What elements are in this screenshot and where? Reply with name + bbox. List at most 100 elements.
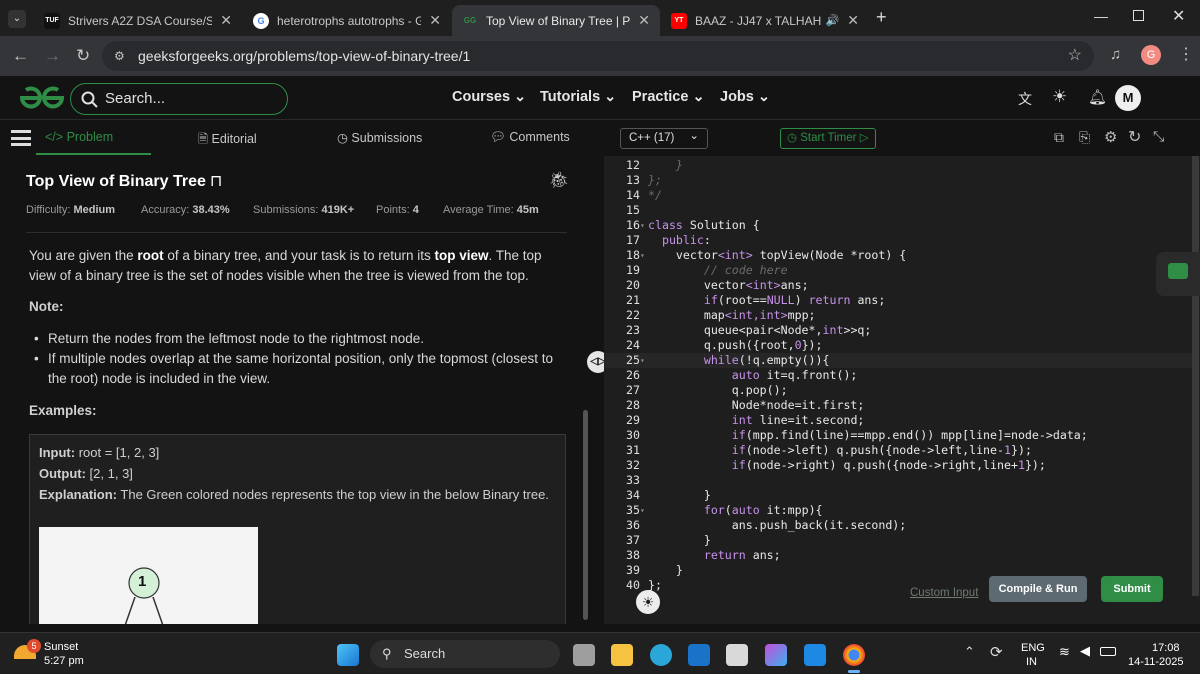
upload-icon[interactable]: ⎘ bbox=[1079, 129, 1090, 146]
minimize-button[interactable]: — bbox=[1094, 8, 1108, 24]
chevron-up-icon[interactable]: ⌃ bbox=[964, 644, 975, 660]
tab-strivers[interactable]: TUF Strivers A2Z DSA Course/Sheet ✕ bbox=[34, 5, 242, 36]
bug-report-icon[interactable]: 🐞︎ bbox=[549, 170, 569, 190]
tab-problem[interactable]: </> Problem bbox=[45, 130, 113, 144]
sync-icon[interactable]: ⟳ bbox=[990, 643, 1003, 661]
code-line[interactable]: 24 q.push({root,0}); bbox=[604, 338, 1194, 353]
settings-icon[interactable]: ⚙ bbox=[1104, 128, 1117, 146]
code-line[interactable]: 33 bbox=[604, 473, 1194, 488]
reload-icon[interactable]: ↻ bbox=[76, 46, 90, 66]
wifi-icon[interactable]: ≋ bbox=[1059, 644, 1070, 660]
code-line[interactable]: 15 bbox=[604, 203, 1194, 218]
tab-youtube[interactable]: YT BAAZ - JJ47 x TALHAH YUN 🔊 ✕ bbox=[661, 5, 869, 36]
code-line[interactable]: 17 public: bbox=[604, 233, 1194, 248]
tab-gfg-active[interactable]: GG Top View of Binary Tree | Practic ✕ bbox=[452, 5, 660, 36]
forward-icon[interactable]: → bbox=[44, 46, 61, 66]
code-editor[interactable]: 12 } 13}; 14 */15 16 ▾ class Solution {17 publ… bbox=[604, 156, 1200, 596]
chrome-icon[interactable] bbox=[843, 644, 865, 666]
copy-icon[interactable]: ⧉ bbox=[1054, 129, 1064, 146]
url-field[interactable]: ⚙ geeksforgeeks.org/problems/top-view-of… bbox=[102, 41, 1094, 71]
editor-scrollbar[interactable] bbox=[1192, 156, 1199, 596]
vscode-icon[interactable] bbox=[804, 644, 826, 666]
taskbar-search[interactable]: ⚲ Search bbox=[370, 640, 560, 668]
fold-arrow-icon[interactable]: ▾ bbox=[640, 248, 645, 263]
translate-icon[interactable]: 文 bbox=[1018, 89, 1032, 109]
code-line[interactable]: 13}; bbox=[604, 173, 1194, 188]
fold-arrow-icon[interactable]: ▾ bbox=[640, 218, 645, 233]
code-line[interactable]: 25 ▾ while(!q.empty()){ bbox=[604, 353, 1194, 368]
close-icon[interactable]: ✕ bbox=[429, 12, 441, 29]
code-line[interactable]: 38 return ans; bbox=[604, 548, 1194, 563]
compile-run-button[interactable]: Compile & Run bbox=[989, 576, 1087, 602]
outlook-icon[interactable] bbox=[688, 644, 710, 666]
custom-input-link[interactable]: Custom Input bbox=[910, 587, 978, 599]
hamburger-menu-icon[interactable] bbox=[11, 130, 31, 146]
tab-google[interactable]: G heterotrophs autotrophs - Goo ✕ bbox=[243, 5, 451, 36]
notification-bell-icon[interactable]: 🔔︎ bbox=[1088, 88, 1107, 106]
store-icon[interactable] bbox=[726, 644, 748, 666]
code-line[interactable]: 14 */ bbox=[604, 188, 1194, 203]
search-input[interactable]: Search... bbox=[70, 83, 288, 115]
clock-time[interactable]: 17:08 bbox=[1152, 642, 1180, 654]
code-line[interactable]: 36 ans.push_back(it.second); bbox=[604, 518, 1194, 533]
menu-tutorials[interactable]: Tutorials ⌄ bbox=[540, 89, 616, 105]
audio-icon[interactable]: 🔊 bbox=[826, 14, 840, 27]
bookmark-star-icon[interactable]: ☆ bbox=[1068, 41, 1082, 71]
new-tab-button[interactable]: + bbox=[876, 7, 887, 28]
code-line[interactable]: 32 if(node->right) q.push({node->right,l… bbox=[604, 458, 1194, 473]
code-line[interactable]: 37 } bbox=[604, 533, 1194, 548]
battery-icon[interactable] bbox=[1100, 647, 1116, 656]
fold-arrow-icon[interactable]: ▾ bbox=[640, 503, 645, 518]
start-timer-button[interactable]: ◷ Start Timer ▷ bbox=[780, 128, 876, 149]
code-line[interactable]: 20 vector<int>ans; bbox=[604, 278, 1194, 293]
chat-float-button[interactable] bbox=[1156, 252, 1200, 296]
menu-courses[interactable]: Courses ⌄ bbox=[452, 89, 526, 105]
gfg-logo-icon[interactable] bbox=[20, 85, 64, 111]
reset-icon[interactable]: ↻ bbox=[1128, 127, 1141, 147]
close-icon[interactable]: ✕ bbox=[220, 12, 232, 29]
code-line[interactable]: 31 if(node->left) q.push({node->left,lin… bbox=[604, 443, 1194, 458]
clock-date[interactable]: 14-11-2025 bbox=[1128, 656, 1183, 668]
volume-icon[interactable]: ◀︎ bbox=[1080, 643, 1090, 659]
profile-avatar[interactable]: G bbox=[1141, 45, 1161, 65]
site-info-icon[interactable]: ⚙ bbox=[114, 41, 125, 71]
media-control-icon[interactable]: ♫ bbox=[1110, 46, 1121, 63]
fold-arrow-icon[interactable]: ▾ bbox=[640, 353, 645, 368]
language-select[interactable]: C++ (17) ⌄ bbox=[620, 128, 708, 149]
code-line[interactable]: 28 Node*node=it.first; bbox=[604, 398, 1194, 413]
code-line[interactable]: 35 ▾ for(auto it:mpp){ bbox=[604, 503, 1194, 518]
language-indicator-top[interactable]: ENG bbox=[1021, 642, 1045, 654]
code-line[interactable]: 21 if(root==NULL) return ans; bbox=[604, 293, 1194, 308]
file-explorer-icon[interactable] bbox=[611, 644, 633, 666]
menu-jobs[interactable]: Jobs ⌄ bbox=[720, 89, 770, 105]
task-view-icon[interactable] bbox=[573, 644, 595, 666]
fullscreen-icon[interactable]: ⤡ bbox=[1153, 128, 1164, 145]
code-line[interactable]: 34 } bbox=[604, 488, 1194, 503]
browser-menu-icon[interactable]: ⋮ bbox=[1178, 44, 1194, 64]
code-line[interactable]: 12 } bbox=[604, 158, 1194, 173]
copilot-icon[interactable] bbox=[765, 644, 787, 666]
close-icon[interactable]: ✕ bbox=[638, 12, 650, 29]
left-scrollbar[interactable] bbox=[583, 410, 588, 620]
code-line[interactable]: 26 auto it=q.front(); bbox=[604, 368, 1194, 383]
tab-comments[interactable]: 💬︎ Comments bbox=[490, 130, 570, 145]
weather-widget[interactable]: 5 Sunset 5:27 pm bbox=[14, 639, 124, 669]
submit-button[interactable]: Submit bbox=[1101, 576, 1163, 602]
user-avatar[interactable]: M bbox=[1115, 85, 1141, 111]
code-line[interactable]: 29 int line=it.second; bbox=[604, 413, 1194, 428]
tab-submissions[interactable]: ◷ Submissions bbox=[337, 130, 422, 145]
tab-editorial[interactable]: 🗎 Editorial bbox=[198, 130, 257, 151]
lightbulb-icon[interactable]: ☀ bbox=[636, 590, 660, 614]
edge-icon[interactable] bbox=[650, 644, 672, 666]
close-icon[interactable]: ✕ bbox=[847, 12, 859, 29]
back-icon[interactable]: ← bbox=[12, 46, 29, 66]
menu-practice[interactable]: Practice ⌄ bbox=[632, 89, 705, 105]
restore-button[interactable] bbox=[1133, 10, 1144, 21]
code-line[interactable]: 16 ▾ class Solution { bbox=[604, 218, 1194, 233]
code-line[interactable]: 18 ▾ vector<int> topView(Node *root) { bbox=[604, 248, 1194, 263]
windows-start-icon[interactable] bbox=[337, 644, 359, 666]
bookmark-icon[interactable]: ⊓ bbox=[210, 173, 222, 190]
close-window-button[interactable]: ✕ bbox=[1172, 6, 1185, 26]
code-line[interactable]: 22 map<int,int>mpp; bbox=[604, 308, 1194, 323]
code-line[interactable]: 30 if(mpp.find(line)==mpp.end()) mpp[lin… bbox=[604, 428, 1194, 443]
